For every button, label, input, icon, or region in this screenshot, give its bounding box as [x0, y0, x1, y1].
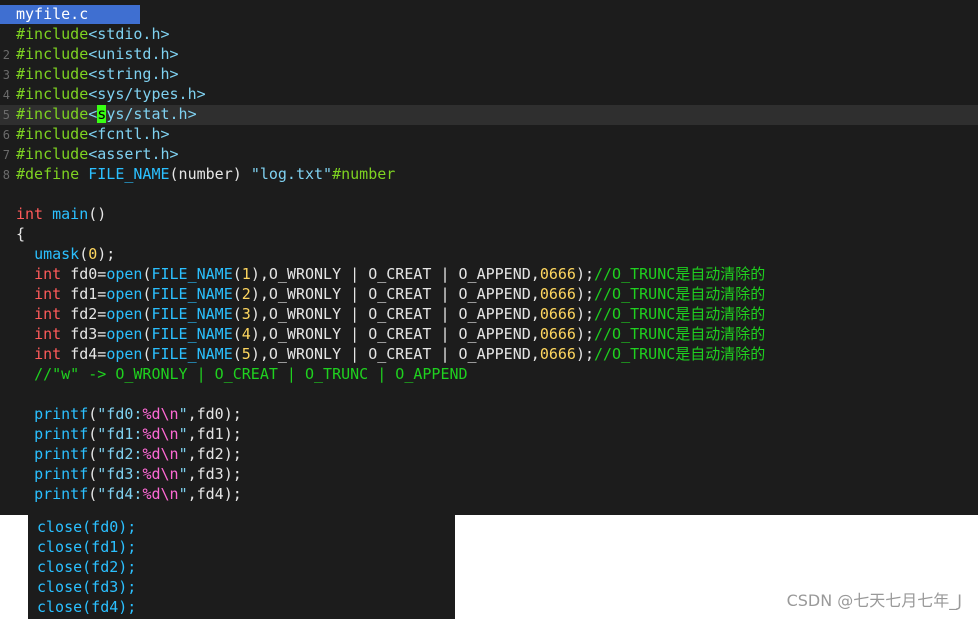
code-line-open: int fd3=open(FILE_NAME(4),O_WRONLY | O_C… — [34, 325, 766, 343]
vim-editor-continuation[interactable]: close(fd0); close(fd1); close(fd2); clos… — [28, 515, 455, 619]
line-number: 3 — [2, 68, 10, 82]
code-line-open: int fd2=open(FILE_NAME(3),O_WRONLY | O_C… — [34, 305, 766, 323]
code-line-close: close(fd1); — [37, 538, 137, 556]
code-line-close: close(fd3); — [37, 578, 137, 596]
line-number: 6 — [2, 128, 10, 142]
line-number: 5 — [2, 108, 10, 122]
code-line-printf: printf("fd1:%d\n",fd1); — [34, 425, 242, 443]
tab-arrow-shape — [124, 5, 136, 23]
line-number: 7 — [2, 148, 10, 162]
code-line-brace-open: { — [16, 225, 26, 243]
csdn-watermark: CSDN @七天七月七年_J — [786, 591, 962, 610]
code-line-include-types: #include<sys/types.h> — [16, 85, 206, 103]
code-line-include-unistd: #include<unistd.h> — [16, 45, 179, 63]
code-line-printf: printf("fd2:%d\n",fd2); — [34, 445, 242, 463]
code-line-open: int fd0=open(FILE_NAME(1),O_WRONLY | O_C… — [34, 265, 766, 283]
code-line-include-fcntl: #include<fcntl.h> — [16, 125, 170, 143]
text-cursor: s — [97, 105, 107, 123]
code-line-close: close(fd0); — [37, 518, 137, 536]
code-line-include-stat: #include<sys/stat.h> — [16, 105, 197, 123]
code-line-printf: printf("fd0:%d\n",fd0); — [34, 405, 242, 423]
vim-editor[interactable]: myfile.c 2 3 4 5 6 7 8 #include<stdio.h>… — [0, 0, 978, 515]
code-line-open: int fd4=open(FILE_NAME(5),O_WRONLY | O_C… — [34, 345, 766, 363]
line-number: 8 — [2, 168, 10, 182]
code-line-umask: umask(0); — [34, 245, 116, 263]
code-line-open: int fd1=open(FILE_NAME(2),O_WRONLY | O_C… — [34, 285, 766, 303]
line-number: 2 — [2, 48, 10, 62]
code-line-define: #define FILE_NAME(number) "log.txt"#numb… — [16, 165, 396, 183]
code-line-include-assert: #include<assert.h> — [16, 145, 179, 163]
code-line-printf: printf("fd4:%d\n",fd4); — [34, 485, 242, 503]
code-line-include-string: #include<string.h> — [16, 65, 179, 83]
code-line-comment-w: //"w" -> O_WRONLY | O_CREAT | O_TRUNC | … — [34, 365, 468, 383]
code-line-main: int main() — [16, 205, 107, 223]
code-line-include-stdio: #include<stdio.h> — [16, 25, 170, 43]
code-line-close: close(fd2); — [37, 558, 137, 576]
file-tab[interactable]: myfile.c — [0, 5, 140, 24]
line-number: 4 — [2, 88, 10, 102]
code-line-close: close(fd4); — [37, 598, 137, 616]
code-line-printf: printf("fd3:%d\n",fd3); — [34, 465, 242, 483]
